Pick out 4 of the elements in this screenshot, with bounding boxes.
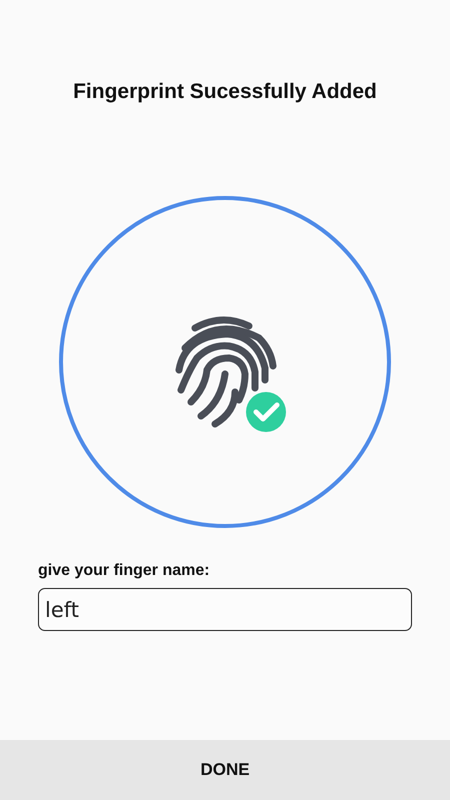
done-button[interactable]: DONE <box>0 740 450 800</box>
screen-title: Fingerprint Sucessfully Added <box>72 80 378 104</box>
field-label: give your finger name: <box>38 562 211 580</box>
name-input-field[interactable]: left <box>38 588 412 631</box>
